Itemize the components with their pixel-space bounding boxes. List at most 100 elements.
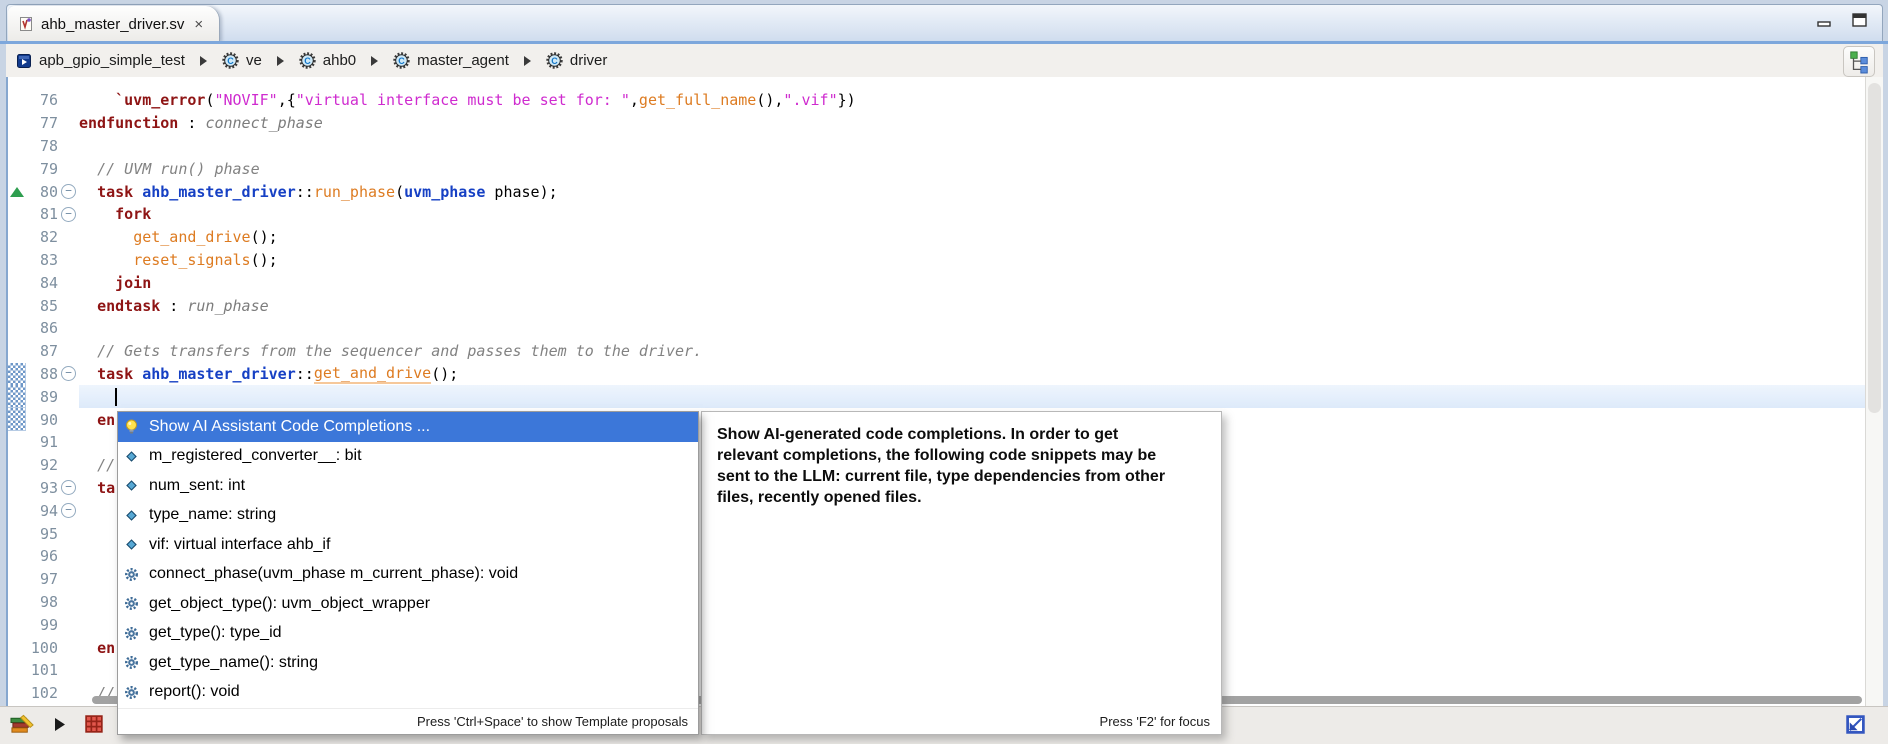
svg-text:C: C xyxy=(304,56,311,66)
view-window-controls xyxy=(1816,12,1868,29)
code-text[interactable]: endfunction : connect_phase xyxy=(79,112,1866,135)
line-number: 85 xyxy=(39,296,58,315)
completion-item[interactable]: connect_phase(uvm_phase m_current_phase)… xyxy=(118,560,698,590)
completion-item[interactable]: get_type(): type_id xyxy=(118,619,698,649)
line-number: 100 xyxy=(30,638,58,657)
code-text[interactable]: // Gets transfers from the sequencer and… xyxy=(79,340,1866,363)
code-text[interactable]: // UVM run() phase xyxy=(79,157,1866,180)
code-line-81[interactable]: 81− fork xyxy=(8,203,1866,226)
ai-completion-tooltip: Show AI-generated code completions. In o… xyxy=(701,411,1222,735)
line-number: 82 xyxy=(39,228,58,247)
code-text[interactable]: endtask : run_phase xyxy=(79,294,1866,317)
run-icon[interactable] xyxy=(53,717,66,732)
tab-ahb-master-driver[interactable]: ahb_master_driver.sv × xyxy=(8,6,221,42)
ai-tooltip-footer: Press 'F2' for focus xyxy=(1099,714,1210,729)
completion-item[interactable]: m_registered_converter__: bit xyxy=(118,442,698,472)
code-text[interactable] xyxy=(79,385,1866,409)
collapse-icon[interactable]: − xyxy=(61,366,76,382)
build-console-icon[interactable] xyxy=(10,714,35,735)
line-number: 79 xyxy=(39,159,58,178)
completion-item[interactable]: Show AI Assistant Code Completions ... xyxy=(118,412,698,442)
field-icon xyxy=(123,449,140,464)
method-icon xyxy=(123,596,140,611)
code-text[interactable]: join xyxy=(79,271,1866,294)
collapse-icon[interactable]: − xyxy=(61,184,76,200)
token-p xyxy=(79,91,115,109)
svg-text:C: C xyxy=(551,56,558,66)
maximize-icon[interactable] xyxy=(1851,12,1868,29)
token-p: ,{ xyxy=(277,91,296,110)
code-line-82[interactable]: 82 get_and_drive (); xyxy=(8,226,1866,249)
code-line-89[interactable]: 89 xyxy=(8,385,1866,409)
line-number: 93 xyxy=(39,478,58,497)
close-icon[interactable]: × xyxy=(194,17,203,32)
code-line-76[interactable]: 76 `uvm_error("NOVIF" ,{"virtual interfac… xyxy=(8,89,1866,112)
annotation-gutter xyxy=(8,522,26,545)
line-number: 83 xyxy=(39,250,58,269)
vertical-scrollbar[interactable] xyxy=(1865,77,1883,707)
completion-popup-footer: Press 'Ctrl+Space' to show Template prop… xyxy=(118,708,698,734)
code-line-78[interactable]: 78 xyxy=(8,135,1866,158)
code-text[interactable]: reset_signals (); xyxy=(79,249,1866,272)
annotation-gutter xyxy=(8,249,26,272)
breadcrumb-item-ve[interactable]: Cve xyxy=(222,52,262,69)
token-cmt: // Gets transfers from the sequencer and… xyxy=(97,342,703,361)
breadcrumb-item-ahb0[interactable]: Cahb0 xyxy=(299,52,356,69)
token-p: (); xyxy=(250,228,278,247)
breadcrumb-item-master_agent[interactable]: Cmaster_agent xyxy=(393,52,509,69)
line-number: 87 xyxy=(39,342,58,361)
collapse-icon[interactable]: − xyxy=(61,480,76,496)
toggle-breadcrumb-button[interactable] xyxy=(1843,46,1875,77)
code-line-80[interactable]: 80− task ahb_master_driver:: run_phase(uv… xyxy=(8,180,1866,203)
completion-item[interactable]: num_sent: int xyxy=(118,471,698,501)
line-number: 84 xyxy=(39,273,58,292)
code-text[interactable]: task ahb_master_driver:: get_and_drive (); xyxy=(79,363,1866,386)
line-number: 91 xyxy=(39,433,58,452)
code-line-88[interactable]: 88− task ahb_master_driver:: get_and_driv… xyxy=(8,362,1866,386)
code-text[interactable]: task ahb_master_driver:: run_phase(uvm_ph… xyxy=(79,180,1866,203)
token-p xyxy=(79,388,115,406)
annotation-gutter xyxy=(8,294,26,317)
annotation-gutter xyxy=(8,499,26,522)
code-line-77[interactable]: 77 endfunction : connect_phase xyxy=(8,112,1866,135)
completion-item[interactable]: type_name: string xyxy=(118,501,698,531)
svg-text:C: C xyxy=(398,56,405,66)
line-number: 95 xyxy=(39,524,58,543)
annotation-gutter xyxy=(8,545,26,568)
restore-view-button[interactable] xyxy=(1845,714,1866,740)
collapse-icon[interactable]: − xyxy=(61,503,76,519)
code-line-87[interactable]: 87 // Gets transfers from the sequencer … xyxy=(8,340,1866,363)
collapse-icon[interactable]: − xyxy=(61,206,76,222)
breadcrumb-item-driver[interactable]: Cdriver xyxy=(546,52,607,69)
code-line-86[interactable]: 86 xyxy=(8,317,1866,340)
token-p xyxy=(133,183,142,201)
code-line-84[interactable]: 84 join xyxy=(8,271,1866,294)
token-kw: en xyxy=(97,410,116,429)
token-fnu: get_and_drive xyxy=(313,363,432,384)
code-line-83[interactable]: 83 reset_signals (); xyxy=(8,249,1866,272)
code-text[interactable]: fork xyxy=(79,203,1866,226)
completion-item[interactable]: get_type_name(): string xyxy=(118,648,698,678)
module-icon xyxy=(16,53,32,69)
code-text[interactable]: get_and_drive (); xyxy=(79,226,1866,249)
completion-item[interactable]: get_object_type(): uvm_object_wrapper xyxy=(118,589,698,619)
text-caret xyxy=(115,387,118,406)
grid-icon[interactable] xyxy=(84,714,105,735)
token-p xyxy=(79,342,97,360)
breadcrumb-item-apb_gpio_simple_test[interactable]: apb_gpio_simple_test xyxy=(16,52,185,69)
last-edit-arrow-icon xyxy=(10,187,24,198)
completion-item[interactable]: vif: virtual interface ahb_if xyxy=(118,530,698,560)
lightbulb-icon xyxy=(123,419,140,435)
trim-toolbar xyxy=(10,714,105,735)
code-text[interactable]: `uvm_error("NOVIF" ,{"virtual interface m… xyxy=(79,89,1866,112)
code-text[interactable] xyxy=(79,135,1866,158)
token-fn: get_full_name xyxy=(638,91,757,110)
completion-item[interactable]: report(): void xyxy=(118,678,698,708)
code-text[interactable] xyxy=(79,317,1866,340)
vertical-scrollbar-thumb[interactable] xyxy=(1868,83,1881,413)
token-p: , xyxy=(629,91,639,110)
code-line-85[interactable]: 85 endtask : run_phase xyxy=(8,294,1866,317)
minimize-icon[interactable] xyxy=(1816,14,1833,28)
token-p xyxy=(79,160,97,178)
code-line-79[interactable]: 79 // UVM run() phase xyxy=(8,157,1866,180)
